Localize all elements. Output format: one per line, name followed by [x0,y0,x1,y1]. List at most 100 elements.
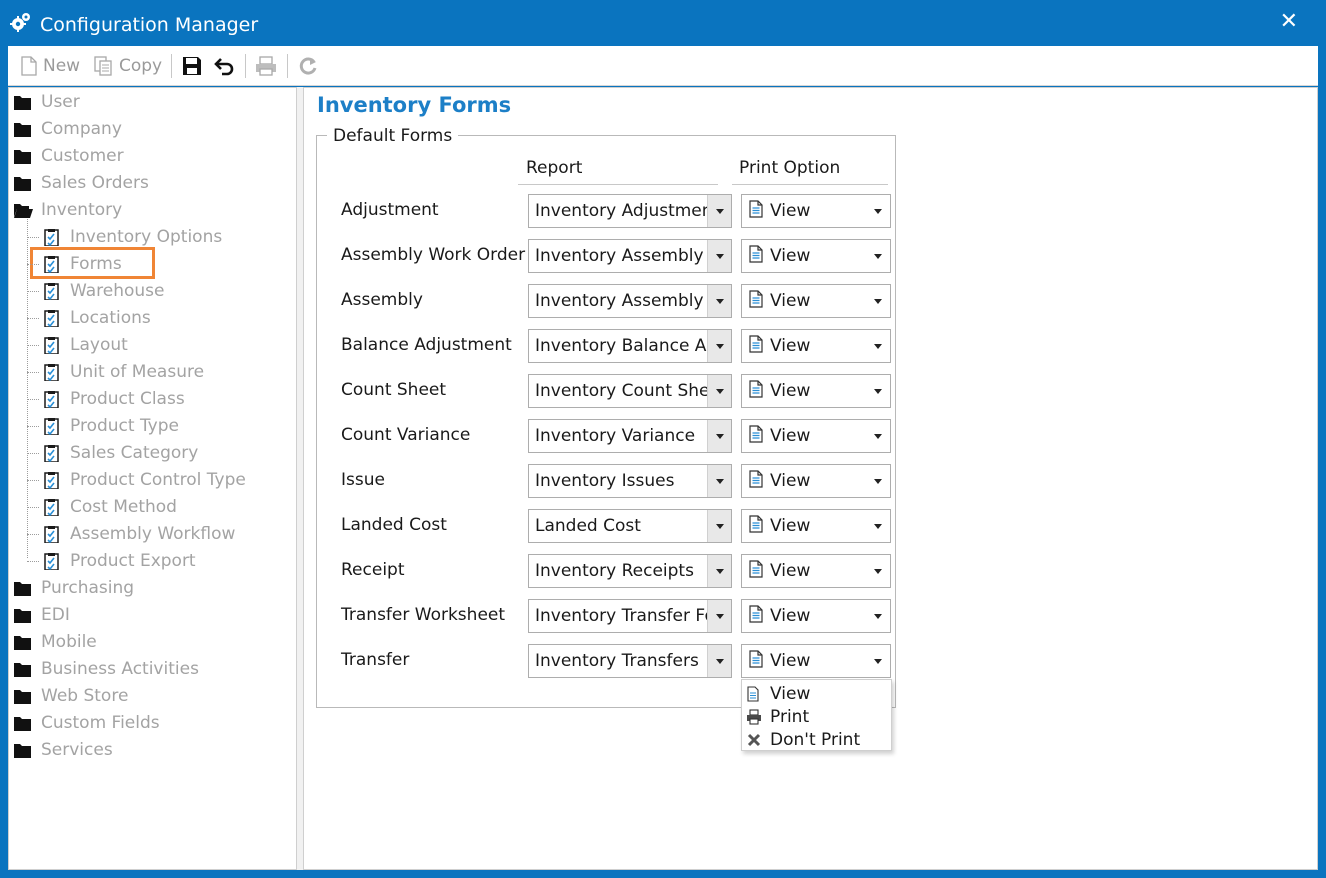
report-select[interactable]: Inventory Assembly Work Order [528,239,732,273]
dropdown-arrow-icon[interactable] [866,465,890,497]
tree-item[interactable]: Web Store [13,685,128,707]
dropdown-arrow-icon[interactable] [707,645,731,677]
refresh-button[interactable] [298,54,318,78]
print-option-select[interactable]: View [741,374,891,408]
tree-item[interactable]: Layout [42,334,128,356]
print-option-select[interactable]: View [741,329,891,363]
report-select-value: Inventory Variance [535,426,696,446]
report-select[interactable]: Landed Cost [528,509,732,543]
document-icon [748,649,764,673]
print-option-select[interactable]: View [741,509,891,543]
print-option-label: View [770,426,811,446]
tree-item[interactable]: Sales Orders [13,172,149,194]
print-option-value: View [742,334,866,358]
new-button[interactable]: New [20,54,80,78]
row-label: Transfer Worksheet [341,605,506,625]
dropdown-option[interactable]: Print [746,706,809,728]
undo-button[interactable] [214,54,236,78]
dropdown-arrow-icon[interactable] [866,195,890,227]
report-select[interactable]: Inventory Adjustment [528,194,732,228]
tree-item[interactable]: Product Class [42,388,185,410]
print-option-select[interactable]: View [741,194,891,228]
tree-item[interactable]: Company [13,118,122,140]
dropdown-arrow-icon[interactable] [707,510,731,542]
folder-icon [13,714,33,732]
tree-item[interactable]: EDI [13,604,70,626]
dropdown-arrow-icon[interactable] [866,285,890,317]
folder-icon [13,687,33,705]
dropdown-option[interactable]: Don't Print [746,729,860,751]
dropdown-arrow-icon[interactable] [866,330,890,362]
tree-item-label: Product Control Type [70,470,246,490]
dropdown-arrow-icon[interactable] [707,330,731,362]
printer-icon [746,709,762,725]
toolbar-separator [171,54,172,78]
tree-item-label: Layout [70,335,128,355]
tree-item[interactable]: Services [13,739,113,761]
dropdown-option[interactable]: View [746,683,810,705]
tree-item[interactable]: Purchasing [13,577,134,599]
tree-connector [27,399,39,400]
tree-item[interactable]: Product Export [42,550,196,572]
dropdown-arrow-icon[interactable] [866,420,890,452]
tree-item[interactable]: Locations [42,307,151,329]
tree-item[interactable]: User [13,91,80,113]
tree-item[interactable]: Warehouse [42,280,164,302]
dropdown-arrow-icon[interactable] [866,555,890,587]
report-select[interactable]: Inventory Assembly [528,284,732,318]
report-select[interactable]: Inventory Issues [528,464,732,498]
report-select[interactable]: Inventory Variance [528,419,732,453]
report-select[interactable]: Inventory Count Sheet [528,374,732,408]
tree-item[interactable]: Product Type [42,415,179,437]
print-option-select[interactable]: View [741,239,891,273]
dropdown-arrow-icon[interactable] [707,285,731,317]
tree-item[interactable]: Forms [42,253,122,275]
report-select[interactable]: Inventory Transfer Form [528,599,732,633]
tree-item[interactable]: Assembly Workflow [42,523,235,545]
print-option-select[interactable]: View [741,464,891,498]
report-select[interactable]: Inventory Balance Adjustment [528,329,732,363]
dropdown-arrow-icon[interactable] [707,420,731,452]
copy-button[interactable]: Copy [94,54,162,78]
dropdown-arrow-icon[interactable] [866,645,890,677]
dropdown-arrow-icon[interactable] [866,375,890,407]
print-button[interactable] [255,54,277,78]
tree-item-label: Sales Orders [41,173,149,193]
dropdown-arrow-icon[interactable] [707,240,731,272]
form-icon [42,525,62,544]
dropdown-arrow-icon[interactable] [707,375,731,407]
tree-item[interactable]: Inventory Options [42,226,222,248]
save-button[interactable] [182,54,202,78]
dropdown-arrow-icon[interactable] [707,600,731,632]
gears-icon [10,13,30,32]
tree-item[interactable]: Inventory [13,199,122,221]
tree-item[interactable]: Business Activities [13,658,199,680]
dropdown-arrow-icon[interactable] [866,600,890,632]
folder-icon [13,93,33,111]
print-option-select[interactable]: View [741,599,891,633]
print-option-select[interactable]: View [741,284,891,318]
tree-item[interactable]: Mobile [13,631,97,653]
dropdown-arrow-icon[interactable] [707,555,731,587]
dropdown-arrow-icon[interactable] [866,510,890,542]
dropdown-arrow-icon[interactable] [707,465,731,497]
dropdown-arrow-icon[interactable] [707,195,731,227]
report-select[interactable]: Inventory Transfers [528,644,732,678]
print-option-select[interactable]: View [741,419,891,453]
tree-item[interactable]: Custom Fields [13,712,160,734]
print-option-select[interactable]: View [741,554,891,588]
print-option-select[interactable]: View [741,644,891,678]
dropdown-arrow-icon[interactable] [866,240,890,272]
header-rule [732,184,888,185]
close-icon[interactable]: ✕ [1280,9,1298,34]
tree-item-label: Company [41,119,122,139]
tree-item[interactable]: Customer [13,145,124,167]
tree-item[interactable]: Product Control Type [42,469,246,491]
tree-item-label: Purchasing [41,578,135,598]
report-select[interactable]: Inventory Receipts [528,554,732,588]
tree-item[interactable]: Sales Category [42,442,198,464]
tree-item[interactable]: Unit of Measure [42,361,204,383]
tree-item-label: User [41,92,80,112]
tree-item-label: Inventory Options [70,227,223,247]
tree-item[interactable]: Cost Method [42,496,177,518]
